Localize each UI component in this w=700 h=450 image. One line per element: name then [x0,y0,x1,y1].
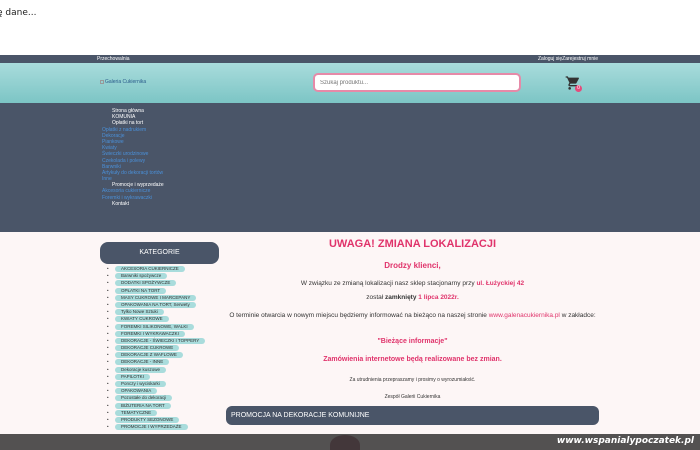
category-item[interactable]: PAPILOTKI [107,373,205,381]
category-item[interactable]: PROMOCJE I WYPRZEDAŻE [107,424,205,431]
category-label: DEKORACJE CUKROWE [115,345,180,352]
category-item[interactable]: Dekoracje kuszowe [107,366,205,374]
category-label: DEKORACJE Z WAFLOWE [115,352,183,359]
category-item[interactable]: DEKORACJE - INNE [107,359,205,366]
category-item[interactable]: DEKORACJE CUKROWE [107,345,205,352]
category-item[interactable]: Pozostałe do dekoracji [107,395,205,402]
category-item[interactable]: MASY CUKROWE I MARCEPANY [107,294,205,302]
announcement-title: UWAGA! ZMIANA LOKALIZACJI [328,238,497,250]
cart-count-badge: 0 [575,85,582,92]
category-label: OPAKOWANIA [115,388,158,395]
category-label: DEKORACJE - ŚWIECZKI I TOPPERY [115,337,206,344]
category-label: BIŻUTERIA NA TORT [115,402,171,409]
apology-text: Za utrudnienia przepraszamy i prosimy o … [349,377,476,383]
category-item[interactable]: DEKORACJE - ŚWIECZKI I TOPPERY [107,337,206,345]
main-navigation: Strona główna KOMUNIA Opłatki na tort Opłat… [0,103,700,232]
search-input[interactable] [313,73,521,92]
category-label: FOREMKI SILIKONOWE, WALKI [115,323,194,330]
top-bar: Przechowalnia Zaloguj sięZarejestruj mni… [0,55,700,63]
category-label: DEKORACJE - INNE [115,359,170,366]
category-label: PROMOCJE I WYPRZEDAŻE [115,424,188,431]
nav-item[interactable]: Kontakt [100,201,164,207]
watermark-text: www.wspanialypoczatek.pl [556,436,694,446]
category-item[interactable]: KWIATY CUKROWE [107,316,205,323]
loading-text: ę dane... [0,8,37,18]
category-label: DODATKI SPOŻYWCZE [115,280,177,287]
category-item[interactable]: DODATKI SPOŻYWCZE [107,280,205,287]
category-item[interactable]: OPAKOWANIA NA TORT, Serwety [107,301,205,309]
nav-list: Strona główna KOMUNIA Opłatki na tort Opłat… [100,108,164,207]
category-item[interactable]: FOREMKI SILIKONOWE, WALKI [107,323,205,331]
announcement-line-3: O terminie otwarcia w nowym miejscu będz… [229,312,596,319]
main-area: KATEGORIE AKCESORIA CUKIERNICZEBarwniki … [0,232,700,450]
category-item[interactable]: DEKORACJE Z WAFLOWE [107,352,205,359]
category-item[interactable]: AKCESORIA CUKIERNICZE [107,266,205,273]
category-label: OPAKOWANIA NA TORT, Serwety [115,301,196,308]
categories-header: KATEGORIE [100,242,219,264]
category-label: KWIATY CUKROWE [115,316,169,323]
store-link[interactable]: Przechowalnia [97,56,130,62]
category-label: TEMATYCZNE [115,409,158,416]
category-label: PAPILOTKI [115,373,150,380]
announcement-greeting: Drodzy klienci, [384,261,441,270]
category-label: Barwniki spożywcze [115,273,168,280]
announcement-line-1: W związku ze zmianą lokalizacji nasz skl… [300,280,525,287]
watermark-bar: www.wspanialypoczatek.pl [0,434,700,450]
category-item[interactable]: TEMATYCZNE [107,409,205,417]
category-label: PRODUKTY SEZONOWE [115,416,180,423]
category-item[interactable]: Tylko Nowe Sztuki [107,309,205,316]
category-label: Ponczy i wyciskarki [115,381,166,387]
category-label: AKCESORIA CUKIERNICZE [115,266,185,272]
category-label: Tylko Nowe Sztuki [115,309,164,316]
category-label: Pozostałe do dekoracji [115,395,173,402]
category-item[interactable]: Ponczy i wyciskarki [107,381,205,388]
site-logo[interactable]: Galeria Cukiernika [100,79,146,85]
signature-text: Zespół Galerii Cukiernika [384,394,441,400]
category-item[interactable]: BIŻUTERIA NA TORT [107,402,205,410]
category-label: MASY CUKROWE I MARCEPANY [115,294,197,301]
category-item[interactable]: FOREMKI I WYKRAWACZKI [107,330,205,338]
loading-overlay: ę dane... [0,0,700,55]
category-label: OPŁATKI NA TORT [115,287,167,294]
category-label: FOREMKI I WYKRAWACZKI [115,330,185,337]
category-item[interactable]: OPŁATKI NA TORT [107,287,205,295]
website-link[interactable]: www.galenacukiernika.pl [489,312,560,319]
category-list: AKCESORIA CUKIERNICZEBarwniki spożywczeD… [107,266,206,431]
orders-notice: Zamówienia internetowe będą realizowane … [323,356,502,363]
announcement-line-2: został zamknięty 1 lipca 2022r. [366,294,459,301]
site-header: Galeria Cukiernika 0 [0,63,700,103]
current-info-label: "Bieżące informacje" [377,338,448,345]
category-item[interactable]: OPAKOWANIA [107,388,205,395]
promo-bar[interactable]: PROMOCJA NA DEKORACJE KOMUNIJNE [226,406,599,425]
broken-image-icon [100,79,104,84]
category-label: Dekoracje kuszowe [115,366,167,373]
account-links[interactable]: Zaloguj sięZarejestruj mnie [538,56,598,62]
